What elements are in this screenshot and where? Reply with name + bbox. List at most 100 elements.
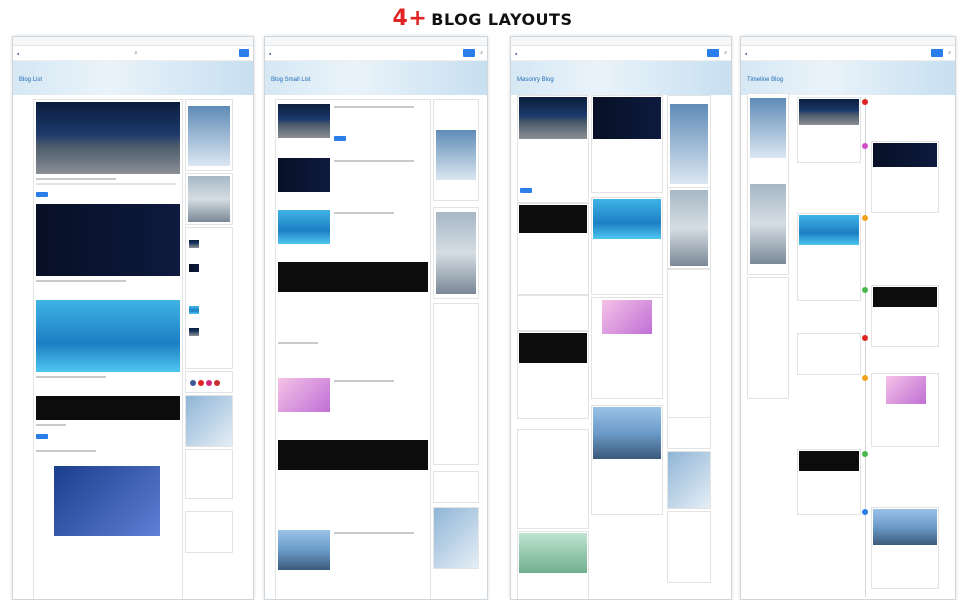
masonry-card [591, 405, 663, 515]
banner-image [436, 212, 476, 294]
timeline-dot [862, 375, 868, 381]
masonry-card [517, 331, 589, 419]
quote-post-block[interactable] [278, 440, 428, 470]
video-post-thumbnail[interactable] [278, 104, 330, 138]
read-more-button[interactable] [520, 188, 532, 193]
appointment-button[interactable] [238, 49, 249, 57]
post-title[interactable] [334, 532, 414, 534]
search-icon[interactable]: ⌕ [480, 50, 483, 56]
masonry-card [591, 297, 663, 399]
timeline-dot [862, 335, 868, 341]
post-title[interactable] [334, 160, 414, 162]
doctor-image [188, 106, 230, 166]
widget-social [185, 371, 233, 393]
image-post-thumbnail[interactable] [873, 509, 937, 545]
widget-tabs [433, 303, 479, 465]
widget-flickr [433, 507, 479, 569]
audio-post-thumbnail[interactable] [36, 204, 180, 276]
widget-tags [185, 511, 233, 553]
link-post-block[interactable] [519, 205, 587, 233]
logo: ● [17, 50, 20, 56]
link-post-block[interactable] [36, 396, 180, 420]
logo: ● [515, 50, 518, 56]
read-more-button[interactable] [36, 434, 48, 439]
link-post-block[interactable] [278, 262, 428, 292]
thumb [189, 306, 199, 314]
thumb [189, 264, 199, 272]
post-title[interactable] [334, 212, 394, 214]
masonry-card [517, 95, 589, 203]
page-title: Blog List [19, 77, 43, 83]
thumb [189, 240, 199, 248]
thumb [189, 328, 199, 336]
audio-post-thumbnail[interactable] [873, 143, 937, 167]
image-post-thumbnail[interactable] [278, 530, 330, 570]
search-icon[interactable]: ⌕ [724, 50, 727, 56]
facebook-icon[interactable] [190, 380, 196, 386]
gallery-post-thumbnail[interactable] [36, 300, 180, 372]
panel-blog-small-list: ● ⌕ Blog Small List [264, 36, 488, 600]
quote-post-block[interactable] [519, 333, 587, 363]
video-post-thumbnail[interactable] [602, 300, 652, 334]
page-headline: 4+ BLOG LAYOUTS [0, 6, 965, 31]
widget-banner [667, 187, 711, 269]
page-title: Timeline Blog [747, 77, 784, 83]
video-post-thumbnail[interactable] [519, 97, 587, 139]
post-title[interactable] [36, 376, 106, 378]
post-title[interactable] [36, 178, 116, 180]
timeline-dot [862, 287, 868, 293]
widget-banner [185, 173, 233, 225]
video-post-thumbnail[interactable] [36, 102, 180, 174]
timeline-dot [862, 143, 868, 149]
post-title[interactable] [334, 106, 414, 108]
widget-doctor [433, 99, 479, 201]
video-post-thumbnail[interactable] [54, 466, 160, 536]
image-post-thumbnail[interactable] [519, 533, 587, 573]
timeline-dot [862, 509, 868, 515]
masonry-card [591, 197, 663, 295]
headline-number: 4+ [392, 6, 428, 31]
widget-social [667, 417, 711, 449]
doctor-image [436, 130, 476, 180]
timeline-card [871, 285, 939, 347]
post-excerpt [36, 183, 176, 185]
post-title[interactable] [334, 380, 394, 382]
post-title[interactable] [278, 342, 318, 344]
post-title[interactable] [36, 450, 96, 452]
widget-doctor [667, 95, 711, 189]
logo: ● [269, 50, 272, 56]
search-icon[interactable]: ⌕ [948, 50, 951, 56]
google-icon[interactable] [198, 380, 204, 386]
read-more-button[interactable] [334, 136, 346, 141]
gallery-post-thumbnail[interactable] [593, 199, 661, 239]
audio-post-thumbnail[interactable] [593, 97, 661, 139]
quote-post-block[interactable] [799, 451, 859, 471]
gallery-post-thumbnail[interactable] [799, 215, 859, 245]
gallery-post-thumbnail[interactable] [278, 210, 330, 244]
widget-social [433, 471, 479, 503]
appointment-button[interactable] [931, 49, 944, 57]
widget-flickr [667, 451, 711, 509]
audio-post-thumbnail[interactable] [278, 158, 330, 192]
video-post-thumbnail[interactable] [886, 376, 926, 404]
appointment-button[interactable] [707, 49, 720, 57]
logo: ● [745, 50, 748, 56]
image-post-thumbnail[interactable] [593, 407, 661, 459]
appointment-button[interactable] [463, 49, 476, 57]
panel-topbar [13, 37, 253, 46]
post-title[interactable] [36, 280, 126, 282]
timeline-dot [862, 99, 868, 105]
video-post-thumbnail[interactable] [278, 378, 330, 412]
masonry-card [517, 295, 589, 331]
panel-nav: ● ⌕ [13, 46, 253, 61]
dribbble-icon[interactable] [206, 380, 212, 386]
widget-banner [433, 207, 479, 299]
page-title: Blog Small List [271, 77, 311, 83]
read-more-button[interactable] [36, 192, 48, 197]
post-title[interactable] [36, 424, 66, 426]
link-post-block[interactable] [873, 287, 937, 307]
video-post-thumbnail[interactable] [799, 99, 859, 125]
search-icon[interactable]: ⌕ [135, 50, 138, 56]
widget-flickr [185, 395, 233, 447]
youtube-icon[interactable] [214, 380, 220, 386]
